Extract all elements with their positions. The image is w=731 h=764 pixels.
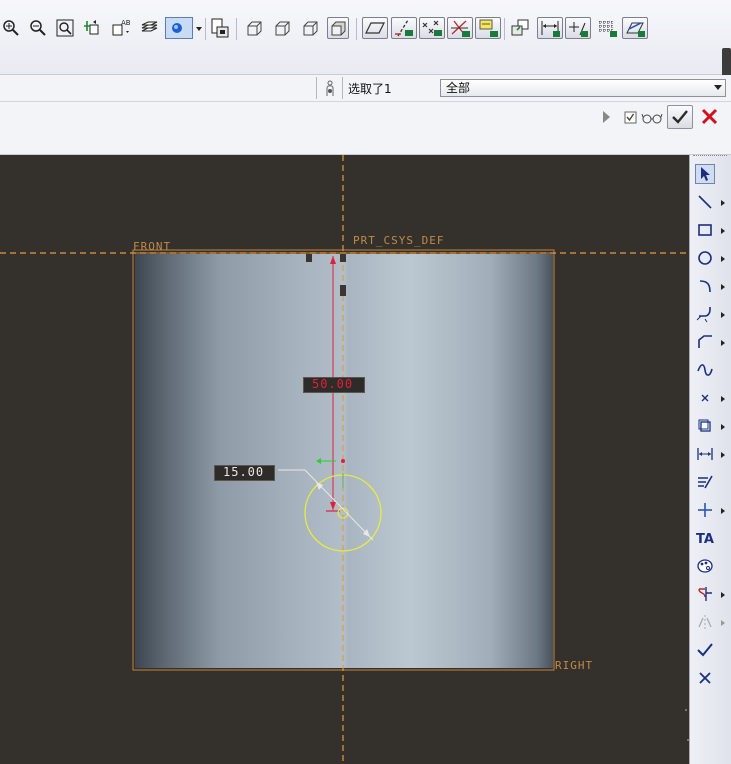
point-icon[interactable] <box>695 388 715 408</box>
plane-display-icon[interactable] <box>362 17 388 39</box>
constraint-icon[interactable] <box>695 500 715 520</box>
toolbar-separator <box>205 18 206 40</box>
dimension-display-icon[interactable] <box>537 17 563 39</box>
reorient-icon[interactable] <box>82 17 104 39</box>
annotation-display-icon[interactable] <box>475 17 501 39</box>
rectangle-icon[interactable] <box>695 220 715 240</box>
shaded-icon[interactable] <box>327 17 349 39</box>
dimension-dropdown-icon[interactable] <box>721 452 725 458</box>
diameter-dimension-box[interactable]: 15.00 <box>214 465 275 481</box>
hidden-line-icon[interactable] <box>271 17 293 39</box>
csys-label[interactable]: PRT_CSYS_DEF <box>353 234 444 247</box>
done-check-icon[interactable] <box>695 640 715 660</box>
palette-icon[interactable] <box>695 556 715 576</box>
selection-divider <box>342 77 343 99</box>
sketch-marker <box>306 254 312 262</box>
height-dimension-box[interactable]: 50.00 <box>303 377 365 393</box>
circle-icon[interactable] <box>695 248 715 268</box>
display-style-icon[interactable] <box>165 17 193 39</box>
chevron-down-icon <box>714 85 722 90</box>
no-hidden-icon[interactable] <box>299 17 321 39</box>
dimension-icon[interactable] <box>695 444 715 464</box>
text-icon[interactable]: TA <box>695 528 715 548</box>
chamfer-dropdown-icon[interactable] <box>721 340 725 346</box>
csys-display-icon[interactable] <box>447 17 473 39</box>
use-edge-icon[interactable] <box>695 416 715 436</box>
sketch-drawing <box>0 155 689 764</box>
right-datum-label[interactable]: RIGHT <box>555 659 593 672</box>
vertex-display-icon[interactable] <box>622 17 648 39</box>
svg-text:TA: TA <box>696 532 714 547</box>
point-dropdown-icon[interactable] <box>721 396 725 402</box>
sketch-view-icon[interactable] <box>509 17 531 39</box>
front-datum-label[interactable]: FRONT <box>133 240 171 253</box>
spin-center-icon[interactable] <box>209 17 231 39</box>
check-icon <box>672 110 688 124</box>
mirror-icon[interactable] <box>695 612 715 632</box>
modify-icon[interactable] <box>695 472 715 492</box>
mirror-dropdown-icon[interactable] <box>721 620 725 626</box>
chamfer-icon[interactable] <box>695 332 715 352</box>
select-icon[interactable] <box>695 164 715 184</box>
selection-filter-value: 全部 <box>446 81 471 95</box>
height-dimension-value: 50.00 <box>312 377 354 391</box>
sketch-marker <box>340 254 346 262</box>
spline-icon[interactable] <box>695 360 715 380</box>
ok-button[interactable] <box>667 105 693 129</box>
sketch-dashboard <box>0 102 731 155</box>
selection-bar: 选取了1 全部 <box>0 75 731 102</box>
arc-icon[interactable] <box>695 276 715 296</box>
close-icon <box>701 108 718 125</box>
layers-icon[interactable] <box>138 17 160 39</box>
glasses-icon[interactable] <box>641 110 663 129</box>
grid-display-icon[interactable] <box>594 17 620 39</box>
rectangle-dropdown-icon[interactable] <box>721 228 725 234</box>
selection-filter-dropdown[interactable]: 全部 <box>440 79 726 97</box>
shading-wireframe-icon[interactable] <box>243 17 265 39</box>
selection-count: 选取了1 <box>348 82 392 96</box>
svg-text:AB: AB <box>121 19 131 27</box>
toolbar-separator <box>504 18 505 40</box>
diameter-dimension-value: 15.00 <box>223 465 265 479</box>
cancel-button[interactable] <box>700 107 720 131</box>
center-point[interactable] <box>341 459 345 463</box>
zoom-out-icon[interactable] <box>27 17 49 39</box>
sketch-marker <box>340 285 346 296</box>
fillet-icon[interactable] <box>695 304 715 324</box>
line-icon[interactable] <box>695 192 715 212</box>
graphics-window[interactable]: FRONT PRT_CSYS_DEF RIGHT 50.00 15.00 <box>0 155 689 764</box>
zoom-in-icon[interactable] <box>0 17 22 39</box>
arc-dropdown-icon[interactable] <box>721 284 725 290</box>
axis-display-icon[interactable] <box>391 17 417 39</box>
use-edge-dropdown-icon[interactable] <box>721 424 725 430</box>
saved-views-icon[interactable]: AB <box>110 17 132 39</box>
sketcher-toolbar: TA <box>689 155 731 764</box>
line-dropdown-icon[interactable] <box>721 200 725 206</box>
point-display-icon[interactable] <box>419 17 445 39</box>
fillet-dropdown-icon[interactable] <box>721 312 725 318</box>
smart-select-icon[interactable] <box>323 79 337 101</box>
toolbar-separator <box>236 18 237 40</box>
constraint-display-icon[interactable] <box>565 17 591 39</box>
play-icon[interactable] <box>603 111 610 123</box>
trim-icon[interactable] <box>695 584 715 604</box>
circle-dropdown-icon[interactable] <box>721 256 725 262</box>
trim-dropdown-icon[interactable] <box>721 592 725 598</box>
quit-x-icon[interactable] <box>695 668 715 688</box>
checkbox-icon[interactable] <box>624 110 638 129</box>
main-toolbar: AB <box>0 0 731 88</box>
constraint-dropdown-icon[interactable] <box>721 508 725 514</box>
toolbar-separator <box>356 18 357 40</box>
display-style-dropdown-icon[interactable] <box>196 27 202 31</box>
refit-icon[interactable] <box>54 17 76 39</box>
selection-divider <box>316 77 317 99</box>
